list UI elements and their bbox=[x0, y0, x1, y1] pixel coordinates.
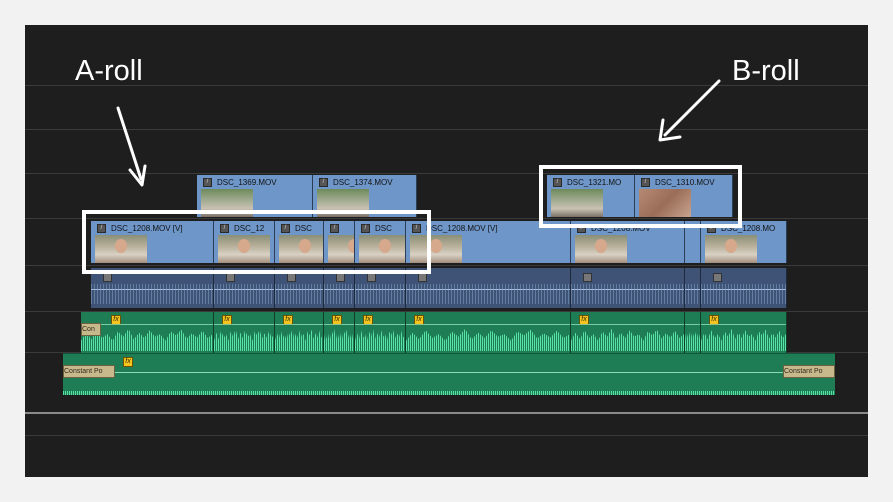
annotation-arrows bbox=[116, 79, 721, 187]
timeline-panel[interactable]: / DSC_1369.MOV / DSC_1374.MOV / DSC_1321.MO… bbox=[25, 25, 868, 477]
b-roll-arrow-icon bbox=[658, 79, 721, 142]
a-roll-arrow-icon bbox=[116, 106, 147, 187]
